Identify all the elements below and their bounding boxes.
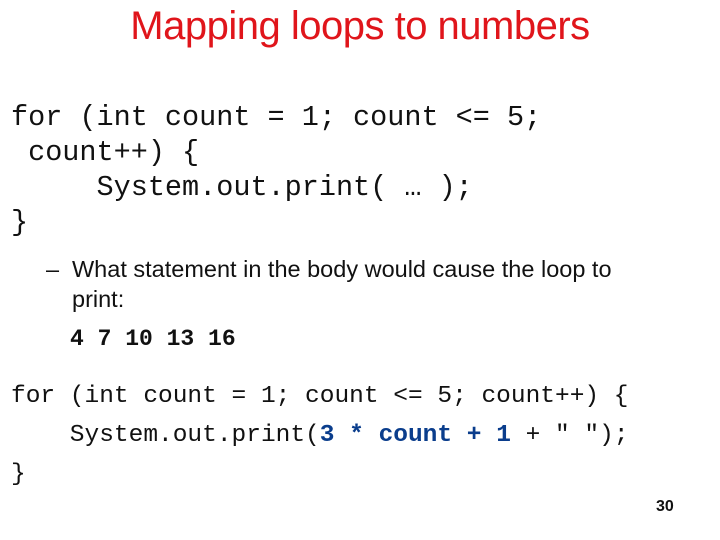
question-bullet: – What statement in the body would cause … (46, 254, 720, 314)
code-suffix: + " "); (510, 422, 629, 449)
code-line: } (11, 461, 26, 488)
question-text-line2: print: (72, 286, 125, 312)
code-line: for (int count = 1; count <= 5; (11, 101, 542, 134)
question-text-line1: What statement in the body would cause t… (72, 256, 612, 282)
code-line: count++) { (11, 136, 200, 169)
code-line: for (int count = 1; count <= 5; count++)… (11, 383, 629, 410)
code-line: System.out.print( … ); (11, 171, 473, 204)
bullet-dash: – (46, 256, 60, 282)
code-line: System.out.print(3 * count + 1 + " "); (11, 416, 629, 455)
highlighted-expression: 3 * count + 1 (319, 422, 511, 449)
expected-output: 4 7 10 13 16 (70, 326, 236, 352)
code-template-block: for (int count = 1; count <= 5; count++)… (11, 100, 541, 240)
code-prefix: System.out.print( (11, 422, 320, 449)
slide-number: 30 (656, 498, 674, 515)
solution-code-block: for (int count = 1; count <= 5; count++)… (11, 377, 629, 494)
code-line: } (11, 206, 29, 239)
slide-title: Mapping loops to numbers (130, 4, 590, 48)
